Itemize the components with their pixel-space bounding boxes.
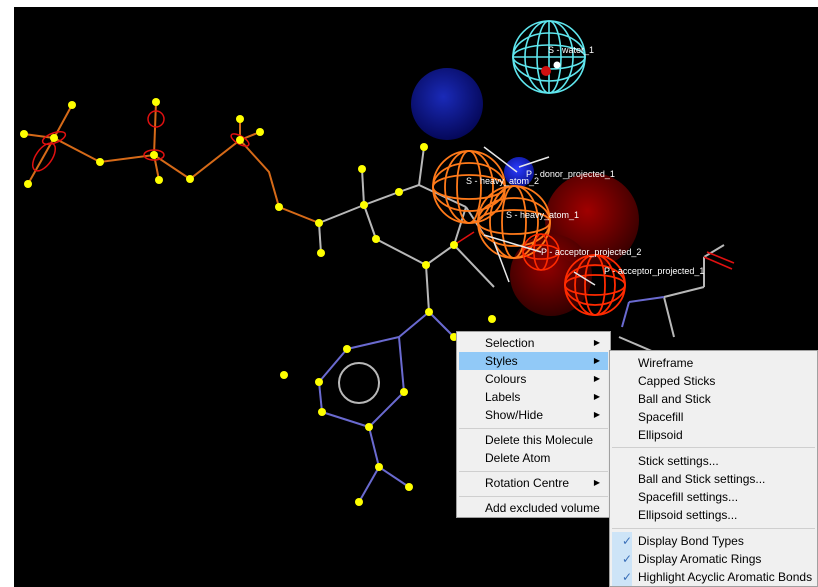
menu-item-selection[interactable]: Selection ▶ [459,334,608,352]
menu-item-add-excluded-volume[interactable]: Add excluded volume [459,499,608,517]
style-wireframe[interactable]: Wireframe [612,354,815,372]
style-spacefill[interactable]: Spacefill [612,408,815,426]
water-mesh-sphere [512,20,586,94]
heavy-atom-mesh-1 [477,185,551,259]
label-acceptor-2: P - acceptor_projected_2 [541,247,641,257]
checkmark-icon: ✓ [621,552,633,566]
menu-item-rotation-centre[interactable]: Rotation Centre ▶ [459,474,608,492]
triangle-right-icon: ▶ [593,392,600,401]
triangle-right-icon: ▶ [593,356,600,365]
menu-item-delete-molecule[interactable]: Delete this Molecule [459,431,608,449]
triangle-right-icon: ▶ [593,478,600,487]
label-heavy-atom-1: S - heavy_atom_1 [506,210,579,220]
highlight-acyclic-aromatic-bonds-toggle[interactable]: ✓ Highlight Acyclic Aromatic Bonds [612,568,815,586]
menu-item-colours[interactable]: Colours ▶ [459,370,608,388]
label-donor: P - donor_projected_1 [526,169,615,179]
style-capped-sticks[interactable]: Capped Sticks [612,372,815,390]
menu-separator [459,496,608,497]
label-heavy-atom-2: S - heavy_atom_2 [466,176,539,186]
styles-submenu: Wireframe Capped Sticks Ball and Stick S… [609,350,818,587]
menu-separator [459,428,608,429]
water-hydrogen [553,61,561,69]
menu-item-show-hide[interactable]: Show/Hide ▶ [459,406,608,424]
menu-separator [459,471,608,472]
display-aromatic-rings-toggle[interactable]: ✓ Display Aromatic Rings [612,550,815,568]
checkmark-icon: ✓ [621,534,633,548]
bonds-left [23,101,320,224]
label-water: S - water_1 [548,45,594,55]
menu-separator [612,447,815,448]
stick-settings[interactable]: Stick settings... [612,452,815,470]
checkmark-icon: ✓ [621,570,633,584]
menu-item-styles[interactable]: Styles ▶ [459,352,608,370]
context-menu: Selection ▶ Styles ▶ Colours ▶ Labels ▶ … [456,331,611,518]
triangle-right-icon: ▶ [593,338,600,347]
menu-separator [612,528,815,529]
menu-item-labels[interactable]: Labels ▶ [459,388,608,406]
water-oxygen [541,66,551,76]
style-ball-and-stick[interactable]: Ball and Stick [612,390,815,408]
triangle-right-icon: ▶ [593,410,600,419]
donor-volume-sphere [411,68,483,140]
label-acceptor-1: P - acceptor_projected_1 [604,266,704,276]
style-ellipsoid[interactable]: Ellipsoid [612,426,815,444]
ellipsoid-settings[interactable]: Ellipsoid settings... [612,506,815,524]
ball-and-stick-settings[interactable]: Ball and Stick settings... [612,470,815,488]
spacefill-settings[interactable]: Spacefill settings... [612,488,815,506]
triangle-right-icon: ▶ [593,374,600,383]
display-bond-types-toggle[interactable]: ✓ Display Bond Types [612,532,815,550]
aromatic-ring [338,362,380,404]
menu-item-delete-atom[interactable]: Delete Atom [459,449,608,467]
